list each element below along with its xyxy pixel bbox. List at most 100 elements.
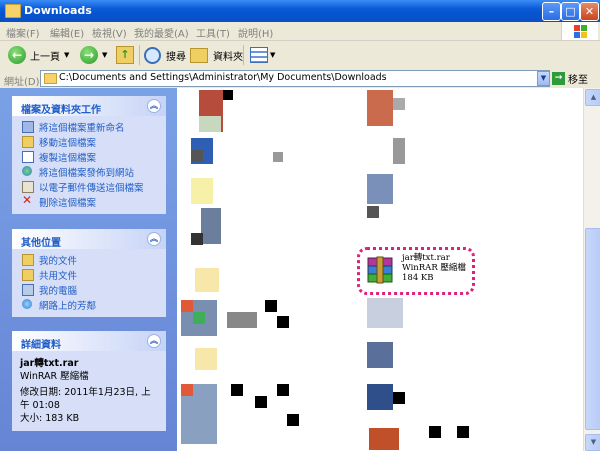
chevron-down-icon: ▼ — [64, 51, 70, 59]
menu-edit[interactable]: 編輯(E) — [50, 25, 84, 40]
menu-favorites[interactable]: 我的最愛(A) — [134, 25, 189, 40]
obscured-file-icon[interactable] — [273, 152, 283, 162]
detail-name: jar轉txt.rar — [20, 358, 79, 369]
detail-modified: 修改日期: 2011年1月23日, 上午 01:08 — [20, 387, 151, 411]
obscured-file-icon[interactable] — [191, 233, 203, 245]
selected-file-item[interactable]: jar轉txt.rar WinRAR 壓縮檔 184 KB — [357, 247, 475, 295]
obscured-file-icon[interactable] — [393, 98, 405, 110]
place-shared-documents[interactable]: 共用文件 — [12, 267, 166, 282]
obscured-file-icon[interactable] — [195, 348, 217, 370]
email-icon — [22, 181, 34, 193]
globe-icon — [22, 166, 32, 176]
obscured-file-icon[interactable] — [429, 426, 441, 438]
obscured-file-icon[interactable] — [193, 312, 205, 324]
forward-arrow-icon: → — [80, 46, 98, 64]
obscured-file-icon[interactable] — [367, 384, 393, 410]
obscured-file-icon[interactable] — [191, 178, 213, 204]
views-button[interactable]: ▼ — [250, 44, 275, 66]
title-bar[interactable]: Downloads – □ ✕ — [0, 0, 600, 22]
obscured-file-icon[interactable] — [367, 90, 393, 126]
collapse-icon[interactable]: ︽ — [147, 232, 161, 246]
obscured-file-icon[interactable] — [223, 90, 233, 100]
address-dropdown-button[interactable]: ▼ — [537, 71, 550, 86]
menu-help[interactable]: 說明(H) — [238, 25, 273, 40]
obscured-file-icon[interactable] — [287, 414, 299, 426]
obscured-file-icon[interactable] — [199, 116, 221, 132]
obscured-file-icon[interactable] — [277, 316, 289, 328]
obscured-file-icon[interactable] — [277, 384, 289, 396]
obscured-file-icon[interactable] — [227, 312, 257, 328]
go-button[interactable]: → 移至 — [552, 71, 588, 86]
obscured-file-icon[interactable] — [181, 384, 193, 396]
obscured-file-icon[interactable] — [191, 150, 203, 162]
obscured-file-icon[interactable] — [393, 392, 405, 404]
obscured-file-icon[interactable] — [195, 268, 219, 292]
vertical-scrollbar[interactable]: ▲ ▼ — [583, 88, 600, 451]
up-folder-button[interactable]: ↑ — [116, 44, 134, 66]
windows-logo-icon — [561, 22, 598, 40]
toolbar: ← 上一頁 ▼ → ▼ ↑ 搜尋 資料夾 ▼ — [0, 41, 600, 70]
details-header[interactable]: 詳細資料 ︽ — [12, 331, 166, 351]
place-my-computer[interactable]: 我的電腦 — [12, 282, 166, 297]
file-tasks-header[interactable]: 檔案及資料夾工作 ︽ — [12, 96, 166, 116]
place-network[interactable]: 網路上的芳鄰 — [12, 297, 166, 312]
obscured-file-icon[interactable] — [201, 208, 221, 244]
obscured-file-icon[interactable] — [367, 342, 393, 368]
folders-button[interactable]: 資料夾 — [190, 44, 243, 66]
task-move[interactable]: 移動這個檔案 — [12, 134, 166, 149]
go-arrow-icon: → — [552, 72, 565, 85]
task-rename[interactable]: 將這個檔案重新命名 — [12, 119, 166, 134]
menu-file[interactable]: 檔案(F) — [6, 25, 40, 40]
task-delete[interactable]: ✕ 刪除這個檔案 — [12, 194, 166, 209]
place-my-documents[interactable]: 我的文件 — [12, 252, 166, 267]
copy-icon — [22, 151, 34, 163]
minimize-button[interactable]: – — [542, 2, 561, 21]
file-tasks-panel: 檔案及資料夾工作 ︽ 將這個檔案重新命名 移動這個檔案 複製這個檔案 將這個檔案… — [12, 96, 166, 214]
close-button[interactable]: ✕ — [580, 2, 599, 21]
folders-icon — [190, 47, 208, 63]
address-path: C:\Documents and Settings\Administrator\… — [59, 72, 387, 83]
move-icon — [22, 136, 34, 148]
obscured-file-icon[interactable] — [255, 396, 267, 408]
collapse-icon[interactable]: ︽ — [147, 334, 161, 348]
task-publish[interactable]: 將這個檔案發佈到網站 — [12, 164, 166, 179]
computer-icon — [22, 284, 34, 296]
window-title: Downloads — [24, 4, 92, 17]
folder-icon — [5, 4, 21, 18]
detail-size: 大小: 183 KB — [20, 413, 80, 424]
obscured-file-icon[interactable] — [181, 300, 193, 312]
obscured-file-icon[interactable] — [393, 138, 405, 164]
menu-view[interactable]: 檢視(V) — [92, 25, 127, 40]
network-icon — [22, 299, 32, 309]
search-button[interactable]: 搜尋 — [144, 44, 186, 66]
address-input[interactable]: C:\Documents and Settings\Administrator\… — [40, 70, 550, 87]
details-content: jar轉txt.rar WinRAR 壓縮檔 修改日期: 2011年1月23日,… — [12, 351, 166, 431]
obscured-file-icon[interactable] — [367, 298, 403, 328]
documents-folder-icon — [22, 254, 34, 266]
menu-bar: 檔案(F) 編輯(E) 檢視(V) 我的最愛(A) 工具(T) 說明(H) — [0, 22, 600, 41]
other-places-header[interactable]: 其他位置 ︽ — [12, 229, 166, 249]
views-icon — [250, 47, 268, 63]
back-arrow-icon: ← — [8, 46, 26, 64]
file-list-area[interactable]: jar轉txt.rar WinRAR 壓縮檔 184 KB — [177, 88, 583, 451]
scroll-down-icon[interactable]: ▼ — [585, 434, 600, 451]
address-label: 網址(D) — [4, 77, 40, 88]
scroll-thumb[interactable] — [585, 228, 600, 430]
winrar-archive-icon — [367, 256, 393, 284]
scroll-up-icon[interactable]: ▲ — [585, 89, 600, 106]
obscured-file-icon[interactable] — [367, 174, 393, 204]
maximize-button[interactable]: □ — [561, 2, 580, 21]
back-button[interactable]: ← 上一頁 ▼ — [8, 44, 69, 66]
task-email[interactable]: 以電子郵件傳送這個檔案 — [12, 179, 166, 194]
detail-type: WinRAR 壓縮檔 — [20, 371, 89, 382]
menu-tools[interactable]: 工具(T) — [196, 25, 230, 40]
collapse-icon[interactable]: ︽ — [147, 99, 161, 113]
forward-button[interactable]: → ▼ — [80, 44, 107, 66]
obscured-file-icon[interactable] — [265, 300, 277, 312]
obscured-file-icon[interactable] — [369, 428, 399, 450]
obscured-file-icon[interactable] — [231, 384, 243, 396]
obscured-file-icon[interactable] — [457, 426, 469, 438]
details-panel: 詳細資料 ︽ jar轉txt.rar WinRAR 壓縮檔 修改日期: 2011… — [12, 331, 166, 431]
obscured-file-icon[interactable] — [367, 206, 379, 218]
task-copy[interactable]: 複製這個檔案 — [12, 149, 166, 164]
